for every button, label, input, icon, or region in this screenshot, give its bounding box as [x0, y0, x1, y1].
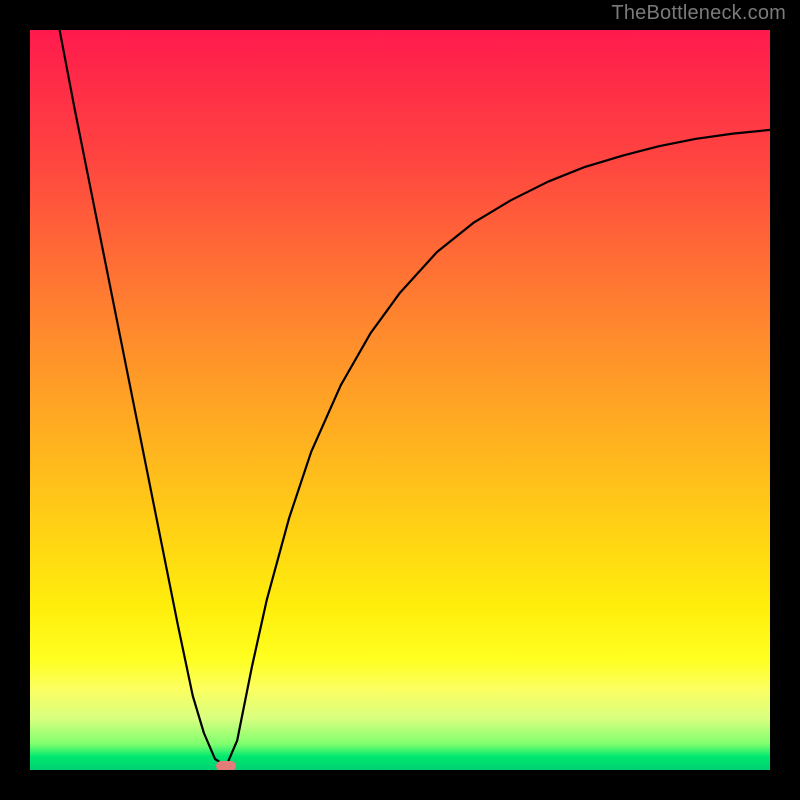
watermark-text: TheBottleneck.com — [611, 2, 786, 25]
chart-frame: TheBottleneck.com — [0, 0, 800, 800]
minimum-marker — [216, 761, 236, 770]
curve-layer — [30, 30, 770, 770]
plot-area — [30, 30, 770, 770]
curve-right-branch — [226, 130, 770, 766]
curve-left-branch — [60, 30, 227, 766]
